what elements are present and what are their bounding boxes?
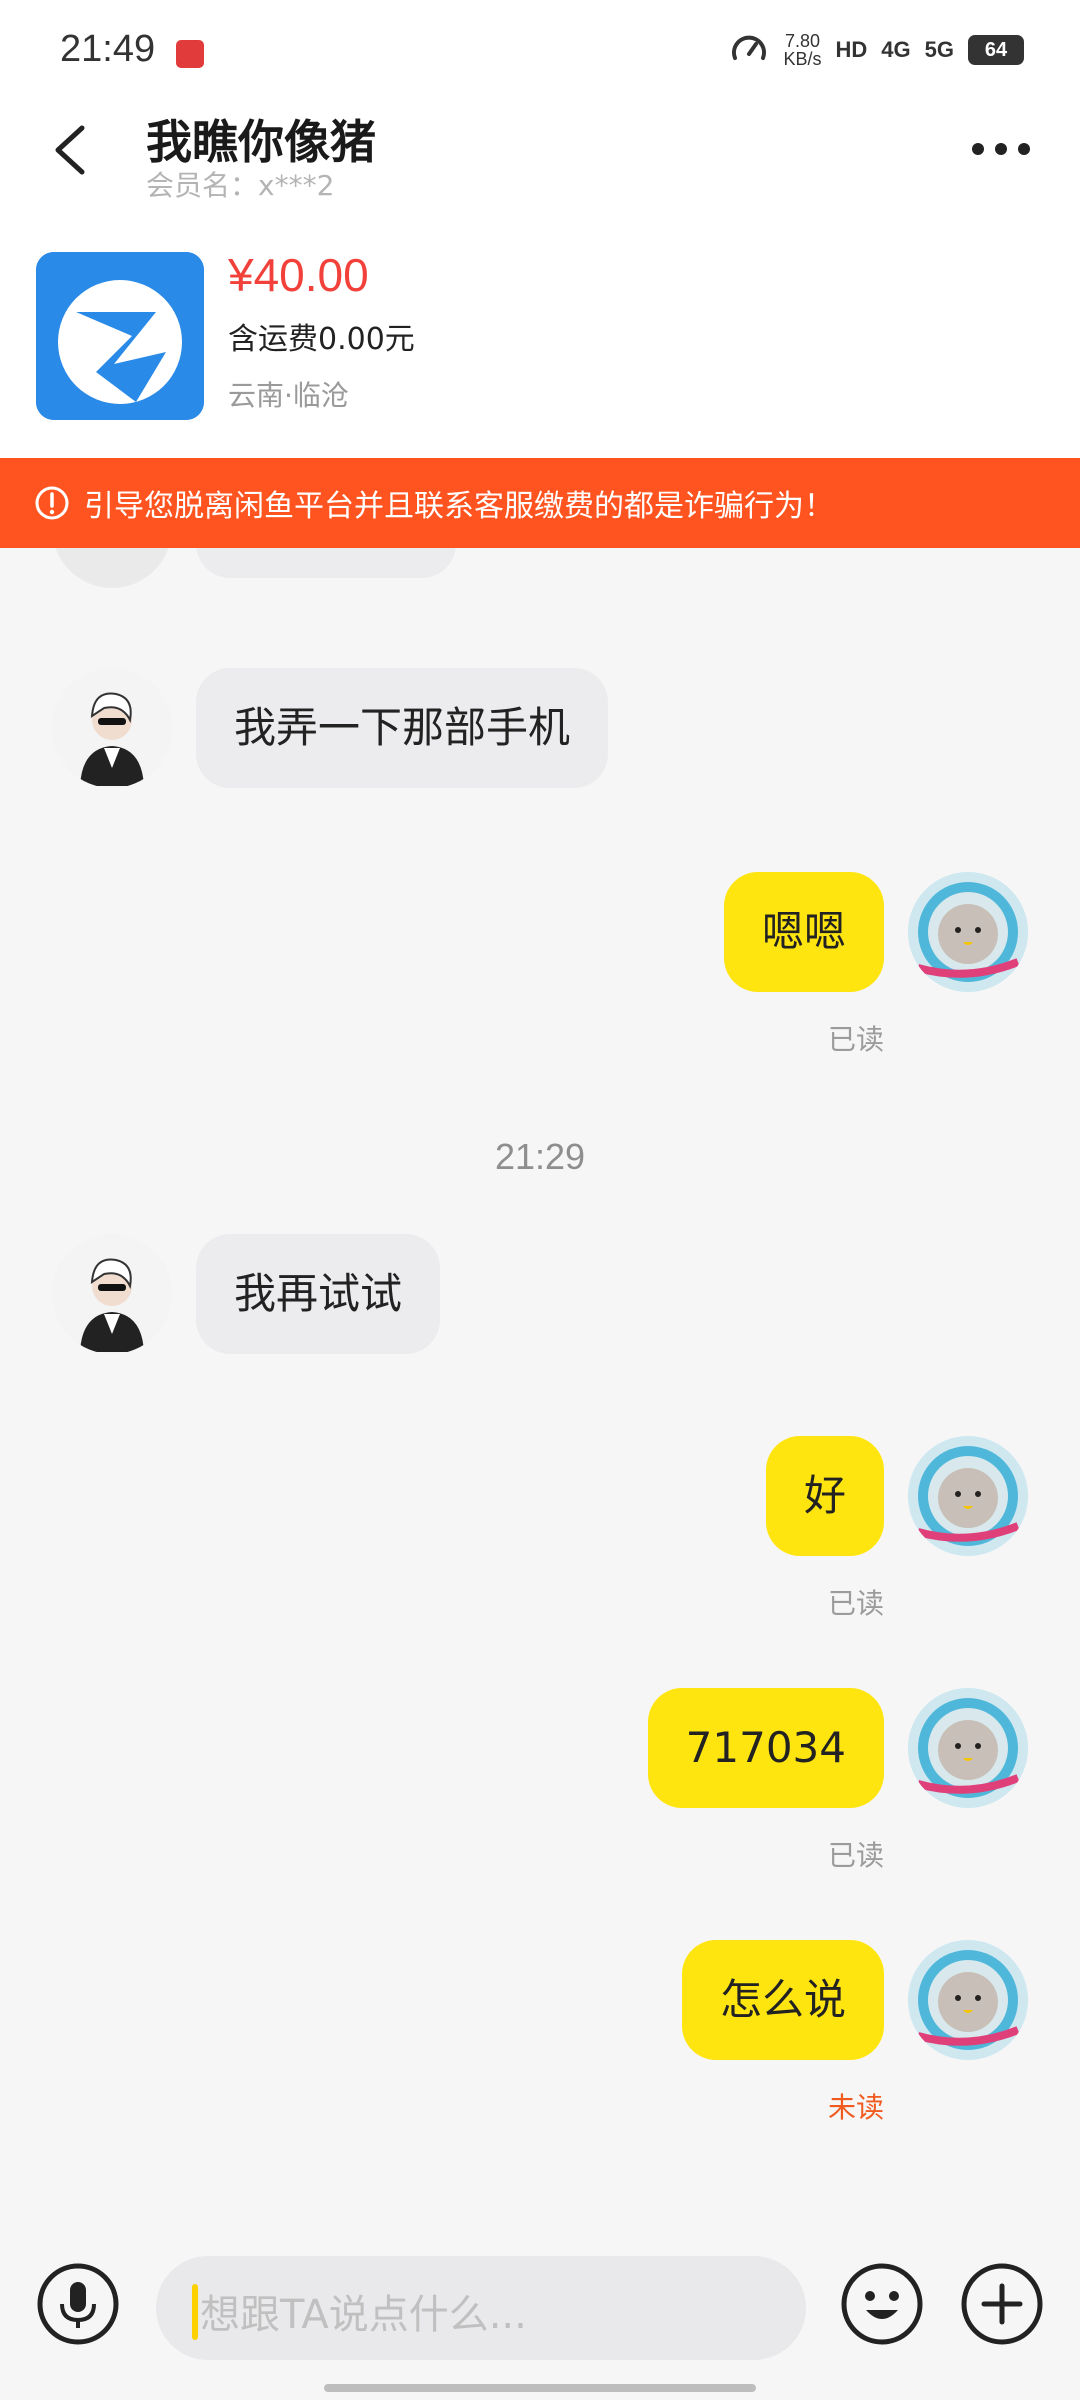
product-logo-icon: [36, 252, 204, 420]
plus-icon[interactable]: [960, 2262, 1044, 2346]
contact-avatar[interactable]: [52, 668, 172, 788]
chat-title: 我瞧你像猪: [146, 115, 376, 169]
product-shipping: 含运费0.00元: [228, 322, 415, 357]
fraud-warning-banner: 引导您脱离闲鱼平台并且联系客服缴费的都是诈骗行为！: [0, 458, 1080, 548]
read-status: 已读: [827, 1587, 884, 1620]
status-bar: 21:49 7.80 KB/s HD 4G 5G 64: [0, 0, 1080, 100]
my-avatar-image: [908, 1436, 1028, 1556]
chat-header: 我瞧你像猪 会员名：x***2: [0, 100, 1080, 220]
signal-4g-icon: 4G: [881, 37, 911, 62]
contact-avatar[interactable]: [52, 1234, 172, 1354]
message-bubble-outgoing[interactable]: 嗯嗯: [723, 872, 884, 992]
message-input[interactable]: 想跟TA说点什么...: [156, 2256, 806, 2360]
contact-avatar-image: [52, 668, 172, 788]
my-avatar[interactable]: [908, 1436, 1028, 1556]
my-avatar-image: [908, 1688, 1028, 1808]
message-bubble-incoming[interactable]: 我再试试: [196, 1234, 441, 1354]
message-input-placeholder: 想跟TA说点什么...: [200, 2292, 527, 2338]
time-separator: 21:29: [494, 1136, 586, 1177]
warning-icon: [35, 486, 69, 520]
my-avatar[interactable]: [908, 872, 1028, 992]
back-arrow-icon[interactable]: [44, 120, 104, 180]
notification-app-icon: [176, 40, 204, 68]
product-image[interactable]: [36, 252, 204, 420]
hd-icon: HD: [835, 37, 868, 62]
input-bar: 想跟TA说点什么...: [0, 2248, 1080, 2400]
network-speed-unit: KB/s: [783, 49, 822, 69]
message-bubble-partial: [196, 548, 456, 578]
message-list[interactable]: 我弄一下那部手机 嗯嗯 已读 21:29 我再试试 好 已读 717034 已读…: [0, 548, 1080, 2248]
status-indicators: 7.80 KB/s HD 4G 5G 64: [729, 30, 1024, 70]
my-avatar-image: [908, 872, 1028, 992]
message-bubble-outgoing[interactable]: 好: [765, 1436, 884, 1556]
warning-text: 引导您脱离闲鱼平台并且联系客服缴费的都是诈骗行为！: [84, 489, 834, 524]
product-card[interactable]: ¥40.00 含运费0.00元 云南·临沧: [0, 220, 1080, 458]
avatar-partial: [52, 548, 172, 588]
product-price: ¥40.00: [228, 249, 369, 301]
unread-status: 未读: [827, 2091, 884, 2124]
battery-icon: 64: [968, 35, 1024, 65]
voice-icon[interactable]: [36, 2262, 120, 2346]
speedometer-icon: [732, 35, 767, 60]
text-cursor: [192, 2284, 198, 2340]
read-status: 已读: [827, 1023, 884, 1056]
contact-avatar-image: [52, 1234, 172, 1354]
emoji-icon[interactable]: [840, 2262, 924, 2346]
message-bubble-incoming[interactable]: 我弄一下那部手机: [196, 668, 609, 788]
read-status: 已读: [827, 1839, 884, 1872]
network-speed: 7.80 KB/s: [783, 32, 821, 68]
my-avatar[interactable]: [908, 1940, 1028, 2060]
my-avatar[interactable]: [908, 1688, 1028, 1808]
signal-5g-icon: 5G: [924, 37, 954, 62]
more-options-icon[interactable]: [966, 124, 1036, 174]
member-name: 会员名：x***2: [146, 169, 335, 202]
status-time: 21:49: [60, 28, 156, 70]
my-avatar-image: [908, 1940, 1028, 2060]
message-bubble-outgoing[interactable]: 怎么说: [681, 1940, 884, 2060]
product-location: 云南·临沧: [228, 379, 349, 412]
home-indicator[interactable]: [324, 2384, 756, 2392]
message-bubble-outgoing[interactable]: 717034: [647, 1688, 884, 1808]
network-speed-value: 7.80: [784, 31, 821, 51]
